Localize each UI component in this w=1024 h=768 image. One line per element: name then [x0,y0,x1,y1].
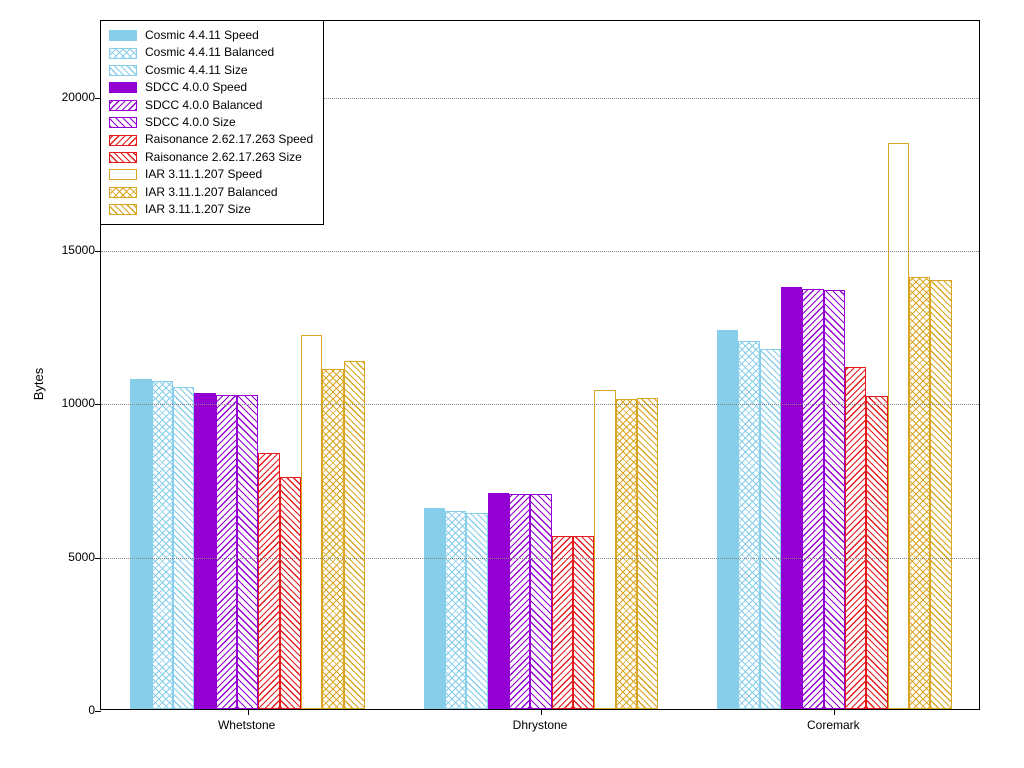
bar [845,367,866,709]
x-tick-label: Dhrystone [513,718,568,732]
bar [824,290,845,709]
bar [466,513,487,709]
legend-item: Raisonance 2.62.17.263 Size [109,149,313,166]
legend-item: Cosmic 4.4.11 Balanced [109,44,313,61]
bar [930,280,951,709]
legend-label: IAR 3.11.1.207 Balanced [145,184,278,201]
bar [237,395,258,709]
legend-item: SDCC 4.0.0 Speed [109,79,313,96]
gridline [101,251,979,252]
legend-item: Cosmic 4.4.11 Speed [109,27,313,44]
bar [344,361,365,709]
bar [888,143,909,709]
bar [594,390,615,709]
legend-swatch [109,117,137,128]
gridline [101,558,979,559]
bar [301,335,322,709]
legend-swatch [109,204,137,215]
legend-label: Raisonance 2.62.17.263 Size [145,149,302,166]
y-tick-label: 5000 [0,550,95,564]
bar [258,453,279,709]
bar [552,536,573,709]
bar [802,289,823,709]
legend-label: IAR 3.11.1.207 Speed [145,166,262,183]
legend-label: SDCC 4.0.0 Size [145,114,236,131]
bar [616,399,637,709]
y-tickmark [95,404,101,405]
y-tickmark [95,251,101,252]
legend-label: Cosmic 4.4.11 Size [145,62,248,79]
bar [509,494,530,709]
legend-label: IAR 3.11.1.207 Size [145,201,251,218]
bar [152,381,173,709]
legend-swatch [109,48,137,59]
bar [322,369,343,709]
bar [173,387,194,709]
bar [637,398,658,709]
legend-item: Cosmic 4.4.11 Size [109,62,313,79]
bar [717,330,738,709]
bar [573,536,594,709]
bar [530,494,551,709]
x-tick-label: Coremark [807,718,860,732]
legend-label: Raisonance 2.62.17.263 Speed [145,131,313,148]
y-tickmark [95,558,101,559]
legend-swatch [109,187,137,198]
legend-label: SDCC 4.0.0 Balanced [145,97,262,114]
x-tickmark [834,709,835,715]
legend-swatch [109,169,137,180]
bar [216,395,237,709]
x-tickmark [248,709,249,715]
x-tickmark [541,709,542,715]
legend-item: IAR 3.11.1.207 Balanced [109,184,313,201]
bar [130,379,151,709]
bar [738,341,759,709]
bar [445,511,466,709]
legend-swatch [109,100,137,111]
legend-item: SDCC 4.0.0 Balanced [109,97,313,114]
bar [909,277,930,709]
legend-swatch [109,135,137,146]
x-tick-label: Whetstone [218,718,275,732]
y-tick-label: 15000 [0,243,95,257]
legend-swatch [109,65,137,76]
legend-label: Cosmic 4.4.11 Balanced [145,44,274,61]
legend-item: IAR 3.11.1.207 Speed [109,166,313,183]
bar [866,396,887,709]
legend-label: Cosmic 4.4.11 Speed [145,27,259,44]
bar [760,349,781,709]
gridline [101,404,979,405]
legend-item: Raisonance 2.62.17.263 Speed [109,131,313,148]
bar-chart: Bytes Cosmic 4.4.11 SpeedCosmic 4.4.11 B… [0,0,1024,768]
y-tick-label: 10000 [0,396,95,410]
y-tick-label: 20000 [0,90,95,104]
legend-item: SDCC 4.0.0 Size [109,114,313,131]
bar [194,393,215,709]
bar [781,287,802,709]
y-tick-label: 0 [0,703,95,717]
legend-label: SDCC 4.0.0 Speed [145,79,247,96]
bar [280,477,301,709]
legend-swatch [109,30,137,41]
legend: Cosmic 4.4.11 SpeedCosmic 4.4.11 Balance… [101,21,324,225]
bar [488,493,509,709]
y-tickmark [95,711,101,712]
legend-swatch [109,152,137,163]
plot-area: Cosmic 4.4.11 SpeedCosmic 4.4.11 Balance… [100,20,980,710]
legend-swatch [109,82,137,93]
legend-item: IAR 3.11.1.207 Size [109,201,313,218]
bar [424,508,445,709]
